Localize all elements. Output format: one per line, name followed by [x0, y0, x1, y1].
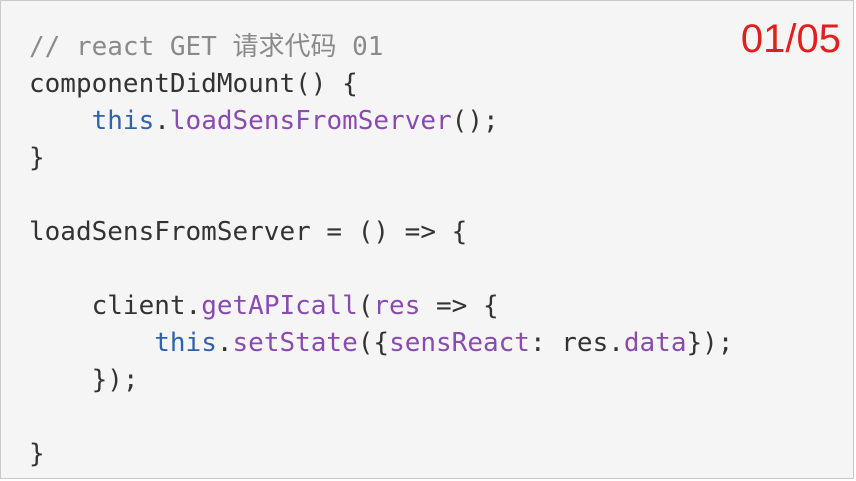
code-block: // react GET 请求代码 01 componentDidMount() … [29, 29, 733, 473]
code-line-12: } [29, 436, 733, 473]
code-punct: (); [451, 106, 499, 136]
code-argument: res [373, 291, 421, 321]
code-punct: }); [686, 328, 734, 358]
code-punct: ( [357, 291, 374, 321]
code-function: setState [232, 328, 358, 358]
code-line-4: } [29, 140, 733, 177]
code-punct: ({ [357, 328, 390, 358]
code-punct: : res. [529, 328, 624, 358]
code-text: } [29, 143, 45, 173]
code-line-2: componentDidMount() { [29, 66, 733, 103]
code-punct: => { [420, 291, 499, 321]
code-keyword: this [91, 106, 155, 136]
code-line-3: this.loadSensFromServer(); [29, 103, 733, 140]
code-slide: 01/05 // react GET 请求代码 01 componentDidMo… [0, 0, 854, 479]
code-property: data [623, 328, 687, 358]
code-function: loadSensFromServer [169, 106, 452, 136]
code-text: }); [29, 365, 139, 395]
code-line-9: this.setState({sensReact: res.data}); [29, 325, 733, 362]
code-line-10: }); [29, 362, 733, 399]
code-line-1: // react GET 请求代码 01 [29, 29, 733, 66]
code-comment: // react GET 请求代码 01 [29, 32, 384, 62]
code-object: client. [91, 291, 202, 321]
code-text: componentDidMount() { [29, 69, 358, 99]
page-indicator: 01/05 [740, 17, 841, 61]
code-line-8: client.getAPIcall(res => { [29, 288, 733, 325]
code-punct: . [154, 106, 170, 136]
code-function: getAPIcall [201, 291, 358, 321]
code-keyword: this [154, 328, 217, 358]
code-punct: . [216, 328, 233, 358]
code-text: } [29, 439, 45, 469]
code-line-6: loadSensFromServer = () => { [29, 214, 733, 251]
code-text: loadSensFromServer = () => { [29, 217, 468, 247]
code-property-key: sensReact [389, 328, 530, 358]
